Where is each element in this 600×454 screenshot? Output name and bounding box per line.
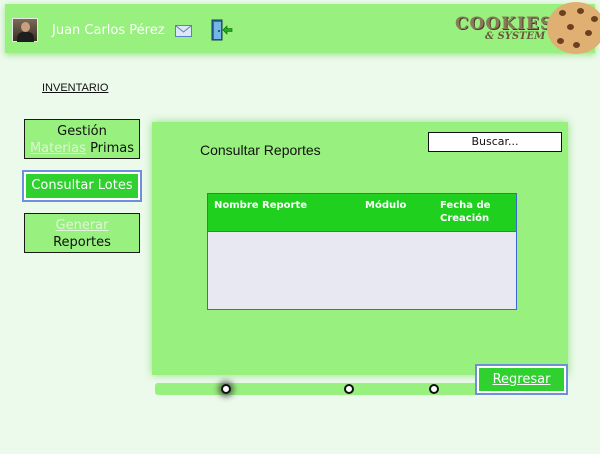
- table-header: Nombre Reporte Módulo Fecha de Creación: [208, 194, 516, 232]
- back-button[interactable]: Regresar: [475, 364, 568, 395]
- consultar-lotes-button[interactable]: Consultar Lotes: [22, 170, 142, 202]
- materias-word: Materias: [29, 141, 86, 156]
- avatar-body: [17, 32, 34, 42]
- mail-icon[interactable]: [175, 25, 192, 37]
- user-avatar[interactable]: [12, 18, 38, 42]
- gestion-label-line2: Materias Primas: [25, 140, 139, 157]
- search-input[interactable]: Buscar...: [428, 132, 562, 152]
- column-header-fecha[interactable]: Fecha de Creación: [440, 199, 500, 225]
- avatar-head: [21, 22, 30, 32]
- username: Juan Carlos Pérez: [52, 23, 165, 38]
- logo-subtext: & SYSTEM: [485, 31, 546, 42]
- generar-reportes-button[interactable]: Generar Reportes: [24, 213, 140, 253]
- column-header-nombre[interactable]: Nombre Reporte: [214, 199, 307, 212]
- main-panel: Consultar Reportes Buscar... Nombre Repo…: [152, 122, 568, 375]
- column-header-modulo[interactable]: Módulo: [365, 199, 406, 212]
- page-title: Consultar Reportes: [200, 142, 321, 158]
- primas-word: Primas: [90, 141, 135, 156]
- generar-word: Generar: [55, 218, 109, 233]
- logout-door-icon[interactable]: [209, 18, 233, 42]
- reportes-word: Reportes: [53, 235, 111, 250]
- gestion-materias-primas-button[interactable]: Gestión Materias Primas: [24, 119, 140, 159]
- step-dot-1[interactable]: [221, 384, 231, 394]
- step-dot-3[interactable]: [429, 384, 439, 394]
- section-link-inventario[interactable]: INVENTARIO: [42, 82, 108, 94]
- brand-logo: COOKIES & SYSTEM: [455, 14, 552, 46]
- reports-table: Nombre Reporte Módulo Fecha de Creación: [207, 193, 517, 310]
- cookie-logo-icon: [547, 2, 600, 54]
- gestion-label: Gestión: [57, 124, 107, 139]
- step-dot-2[interactable]: [344, 384, 354, 394]
- top-bar: Juan Carlos Pérez COOKIES & SYSTEM: [5, 4, 595, 53]
